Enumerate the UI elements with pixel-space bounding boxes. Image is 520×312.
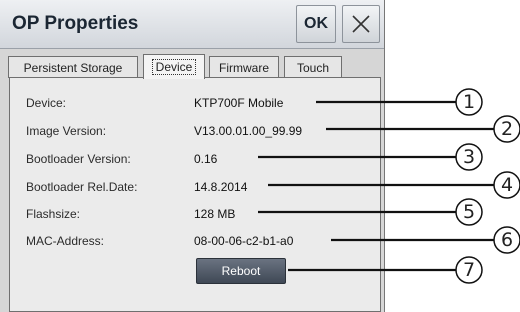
callout-number-1: 1 [462,91,476,113]
tab-label: Device [151,59,197,75]
callout-number-3: 3 [462,146,476,168]
callout-number-7: 7 [462,259,476,281]
callout-number-2: 2 [500,118,514,140]
callout-lines [258,88,520,284]
callout-number-6: 6 [500,229,514,251]
callout-number-4: 4 [500,174,514,196]
tab-device[interactable]: Device [143,54,205,79]
callout-number-5: 5 [462,201,476,223]
